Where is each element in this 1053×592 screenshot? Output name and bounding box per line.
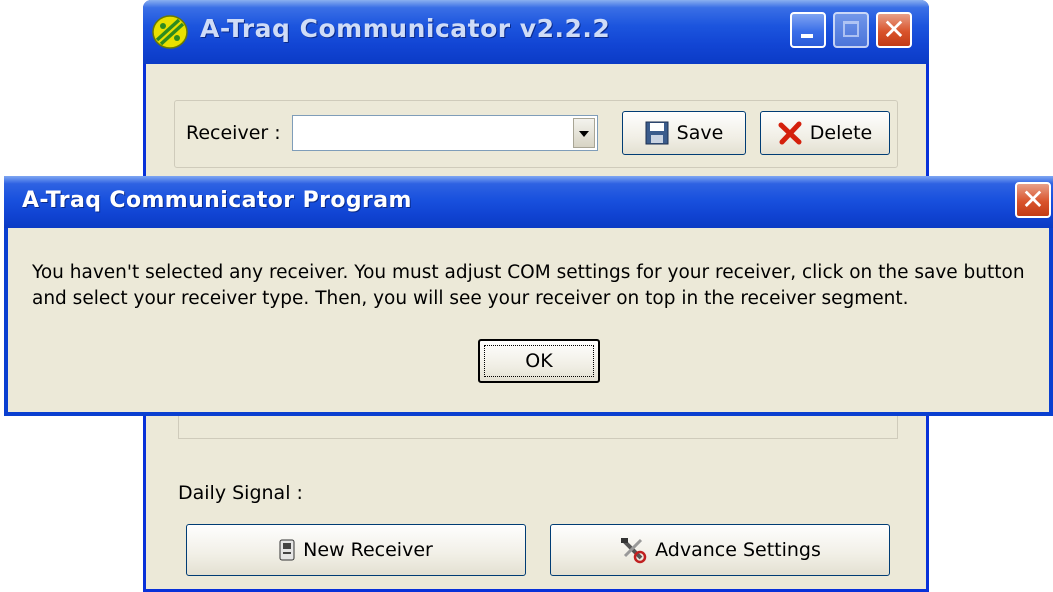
tools-icon <box>621 538 647 564</box>
dialog-titlebar[interactable]: A-Traq Communicator Program ✕ <box>4 176 1053 228</box>
new-receiver-button[interactable]: New Receiver <box>186 524 526 576</box>
receiver-label: Receiver : <box>186 122 281 144</box>
new-receiver-label: New Receiver <box>303 539 433 561</box>
save-button[interactable]: Save <box>622 111 746 155</box>
red-x-icon <box>778 121 802 145</box>
device-icon <box>279 539 295 561</box>
daily-signal-label: Daily Signal : <box>178 482 303 504</box>
main-window-titlebar[interactable]: A-Traq Communicator v2.2.2 ✕ <box>143 0 929 64</box>
window-close-button[interactable]: ✕ <box>876 12 912 48</box>
maximize-icon <box>843 21 859 37</box>
close-icon: ✕ <box>882 13 906 46</box>
advance-settings-button[interactable]: Advance Settings <box>550 524 890 576</box>
minimize-button[interactable] <box>790 12 826 48</box>
message-dialog: A-Traq Communicator Program ✕ You haven'… <box>4 176 1053 416</box>
app-icon <box>152 15 188 49</box>
combo-dropdown-button[interactable] <box>573 118 595 148</box>
dialog-message: You haven't selected any receiver. You m… <box>32 262 1025 309</box>
ok-button[interactable]: OK <box>478 339 600 383</box>
delete-label: Delete <box>809 122 873 144</box>
save-label: Save <box>676 122 724 144</box>
close-icon: ✕ <box>1021 183 1045 216</box>
maximize-button[interactable] <box>833 12 869 48</box>
floppy-disk-icon <box>645 121 669 145</box>
advance-settings-label: Advance Settings <box>655 539 821 561</box>
receiver-combobox[interactable] <box>292 115 598 151</box>
window-title: A-Traq Communicator v2.2.2 <box>200 14 611 43</box>
minimize-icon <box>801 34 813 38</box>
dialog-title: A-Traq Communicator Program <box>22 188 412 213</box>
dialog-close-button[interactable]: ✕ <box>1015 182 1051 218</box>
delete-button[interactable]: Delete <box>760 111 890 155</box>
chevron-down-icon <box>579 131 589 137</box>
focus-rectangle <box>484 345 594 377</box>
